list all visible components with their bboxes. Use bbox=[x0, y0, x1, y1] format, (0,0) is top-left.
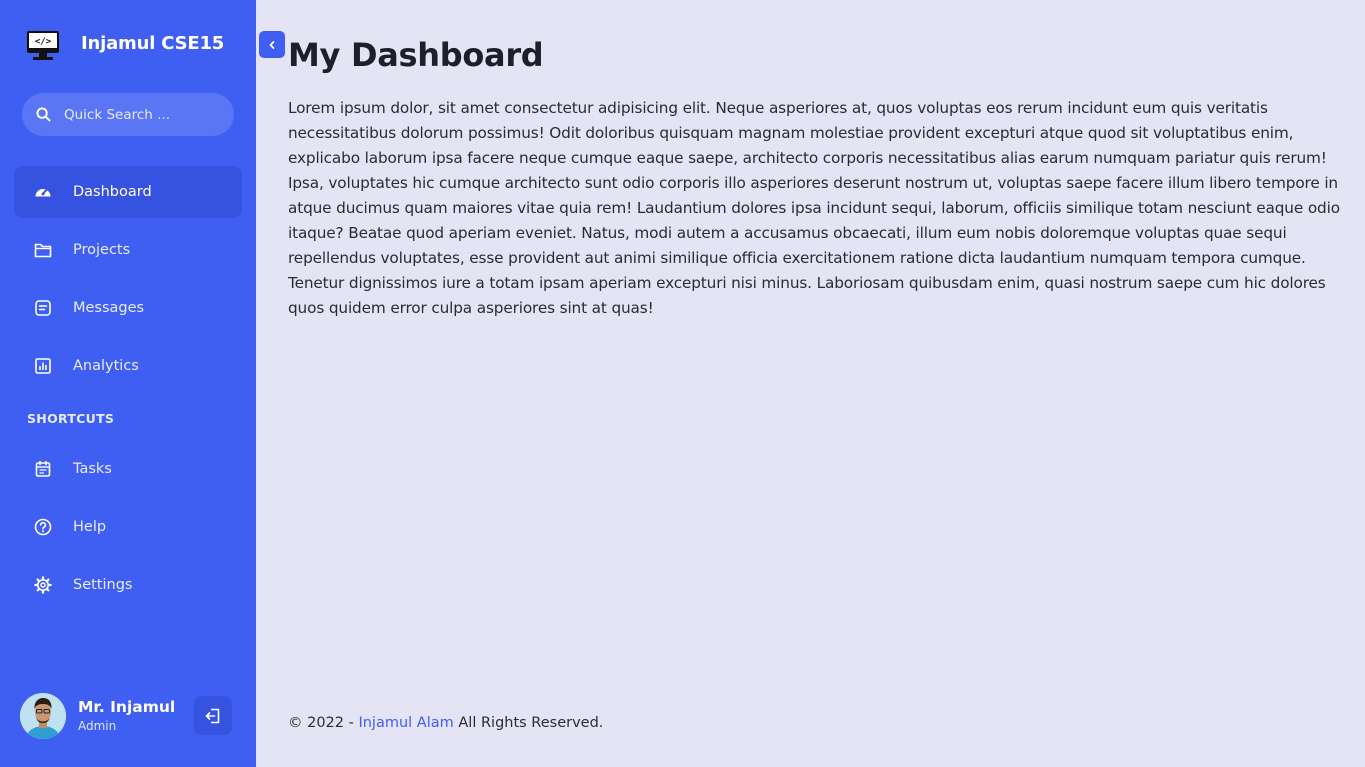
chevron-left-icon bbox=[269, 40, 275, 49]
sidebar-item-dashboard[interactable]: Dashboard bbox=[14, 166, 242, 218]
search-icon bbox=[36, 107, 51, 122]
search-box[interactable] bbox=[22, 93, 234, 136]
sidebar-item-label: Messages bbox=[73, 300, 145, 316]
sidebar-item-projects[interactable]: Projects bbox=[14, 224, 242, 276]
calendar-icon bbox=[35, 460, 51, 477]
body-text: Lorem ipsum dolor, sit amet consectetur … bbox=[288, 99, 1340, 317]
brand[interactable]: </> Injamul CSE15 bbox=[26, 27, 224, 63]
profile-name: Mr. Injamul bbox=[78, 698, 176, 716]
sidebar-item-label: Settings bbox=[73, 577, 133, 593]
avatar-image bbox=[20, 693, 66, 739]
folder-icon bbox=[34, 243, 52, 258]
svg-text:</>: </> bbox=[35, 37, 52, 47]
search-input[interactable] bbox=[64, 93, 224, 136]
sidebar: </> Injamul CSE15 Dashboard Projects bbox=[0, 0, 256, 767]
logout-button[interactable] bbox=[194, 696, 232, 735]
sidebar-item-settings[interactable]: Settings bbox=[14, 559, 242, 611]
sidebar-item-label: Tasks bbox=[73, 461, 112, 477]
avatar[interactable] bbox=[20, 693, 66, 739]
user-profile: Mr. Injamul Admin bbox=[20, 693, 236, 741]
sidebar-item-label: Help bbox=[73, 519, 107, 535]
profile-role: Admin bbox=[78, 719, 117, 733]
footer-rights: All Rights Reserved. bbox=[453, 715, 604, 731]
sidebar-item-messages[interactable]: Messages bbox=[14, 282, 242, 334]
sidebar-item-tasks[interactable]: Tasks bbox=[14, 443, 242, 495]
shortcuts-section-title: SHORTCUTS bbox=[27, 411, 115, 426]
chart-icon bbox=[35, 358, 51, 374]
footer-copyright: © 2022 - bbox=[288, 715, 359, 731]
footer-author-link[interactable]: Injamul Alam bbox=[358, 715, 453, 731]
brand-name: Injamul CSE15 bbox=[81, 33, 225, 54]
page-title: My Dashboard bbox=[288, 36, 544, 74]
sidebar-item-analytics[interactable]: Analytics bbox=[14, 340, 242, 392]
monitor-code-icon: </> bbox=[27, 31, 59, 60]
message-icon bbox=[35, 300, 51, 316]
sidebar-item-help[interactable]: Help bbox=[14, 501, 242, 553]
help-icon bbox=[34, 518, 52, 536]
sidebar-item-label: Dashboard bbox=[73, 184, 152, 200]
sidebar-item-label: Projects bbox=[73, 242, 131, 258]
gauge-icon bbox=[35, 188, 51, 197]
logout-icon bbox=[205, 708, 220, 723]
gear-icon bbox=[34, 576, 52, 594]
sidebar-toggle-button[interactable] bbox=[259, 31, 285, 58]
footer: © 2022 - Injamul Alam All Rights Reserve… bbox=[288, 715, 603, 731]
sidebar-item-label: Analytics bbox=[73, 358, 139, 374]
